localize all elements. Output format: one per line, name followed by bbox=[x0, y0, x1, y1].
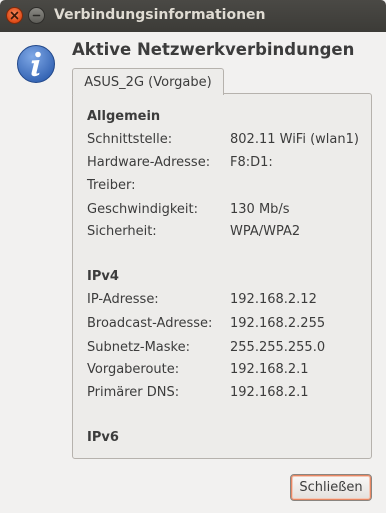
detail-value: 192.168.2.255 bbox=[230, 316, 326, 331]
detail-label: Treiber: bbox=[87, 178, 136, 193]
detail-value: 130 Mb/s bbox=[230, 202, 290, 217]
section-ipv4-heading: IPv4 bbox=[87, 269, 119, 284]
detail-label: Broadcast-Adresse: bbox=[87, 316, 213, 331]
info-icon bbox=[17, 45, 55, 83]
detail-label: IP-Adresse: bbox=[87, 292, 159, 307]
detail-value: 802.11 WiFi (wlan1) bbox=[230, 132, 359, 147]
detail-label: Vorgaberoute: bbox=[87, 362, 180, 377]
detail-label: Schnittstelle: bbox=[87, 132, 173, 147]
window-close-icon[interactable] bbox=[6, 7, 23, 24]
detail-label: Subnetz-Maske: bbox=[87, 340, 190, 355]
detail-value: 192.168.2.1 bbox=[230, 362, 309, 377]
window-minimize-icon[interactable] bbox=[28, 7, 45, 24]
dialog-window: Verbindungsinformationen Aktive Netzwerk… bbox=[0, 0, 386, 513]
close-button[interactable]: Schließen bbox=[290, 474, 372, 501]
detail-label: Primärer DNS: bbox=[87, 385, 180, 400]
detail-value: 192.168.2.12 bbox=[230, 292, 317, 307]
detail-value: WPA/WPA2 bbox=[230, 224, 301, 239]
tab-asus-2g[interactable]: ASUS_2G (Vorgabe) bbox=[72, 68, 224, 95]
detail-value: 255.255.255.0 bbox=[230, 340, 326, 355]
detail-label: Sicherheit: bbox=[87, 224, 157, 239]
detail-value: F8:D1: bbox=[230, 155, 273, 170]
titlebar[interactable]: Verbindungsinformationen bbox=[0, 0, 386, 32]
detail-label: Geschwindigkeit: bbox=[87, 202, 198, 217]
window-title: Verbindungsinformationen bbox=[54, 7, 266, 23]
detail-value: 192.168.2.1 bbox=[230, 385, 309, 400]
section-ipv6-heading: IPv6 bbox=[87, 430, 119, 445]
detail-label: Hardware-Adresse: bbox=[87, 155, 211, 170]
tab-label: ASUS_2G (Vorgabe) bbox=[84, 74, 212, 90]
page-title: Aktive Netzwerkverbindungen bbox=[72, 40, 355, 59]
section-general-heading: Allgemein bbox=[87, 109, 161, 124]
